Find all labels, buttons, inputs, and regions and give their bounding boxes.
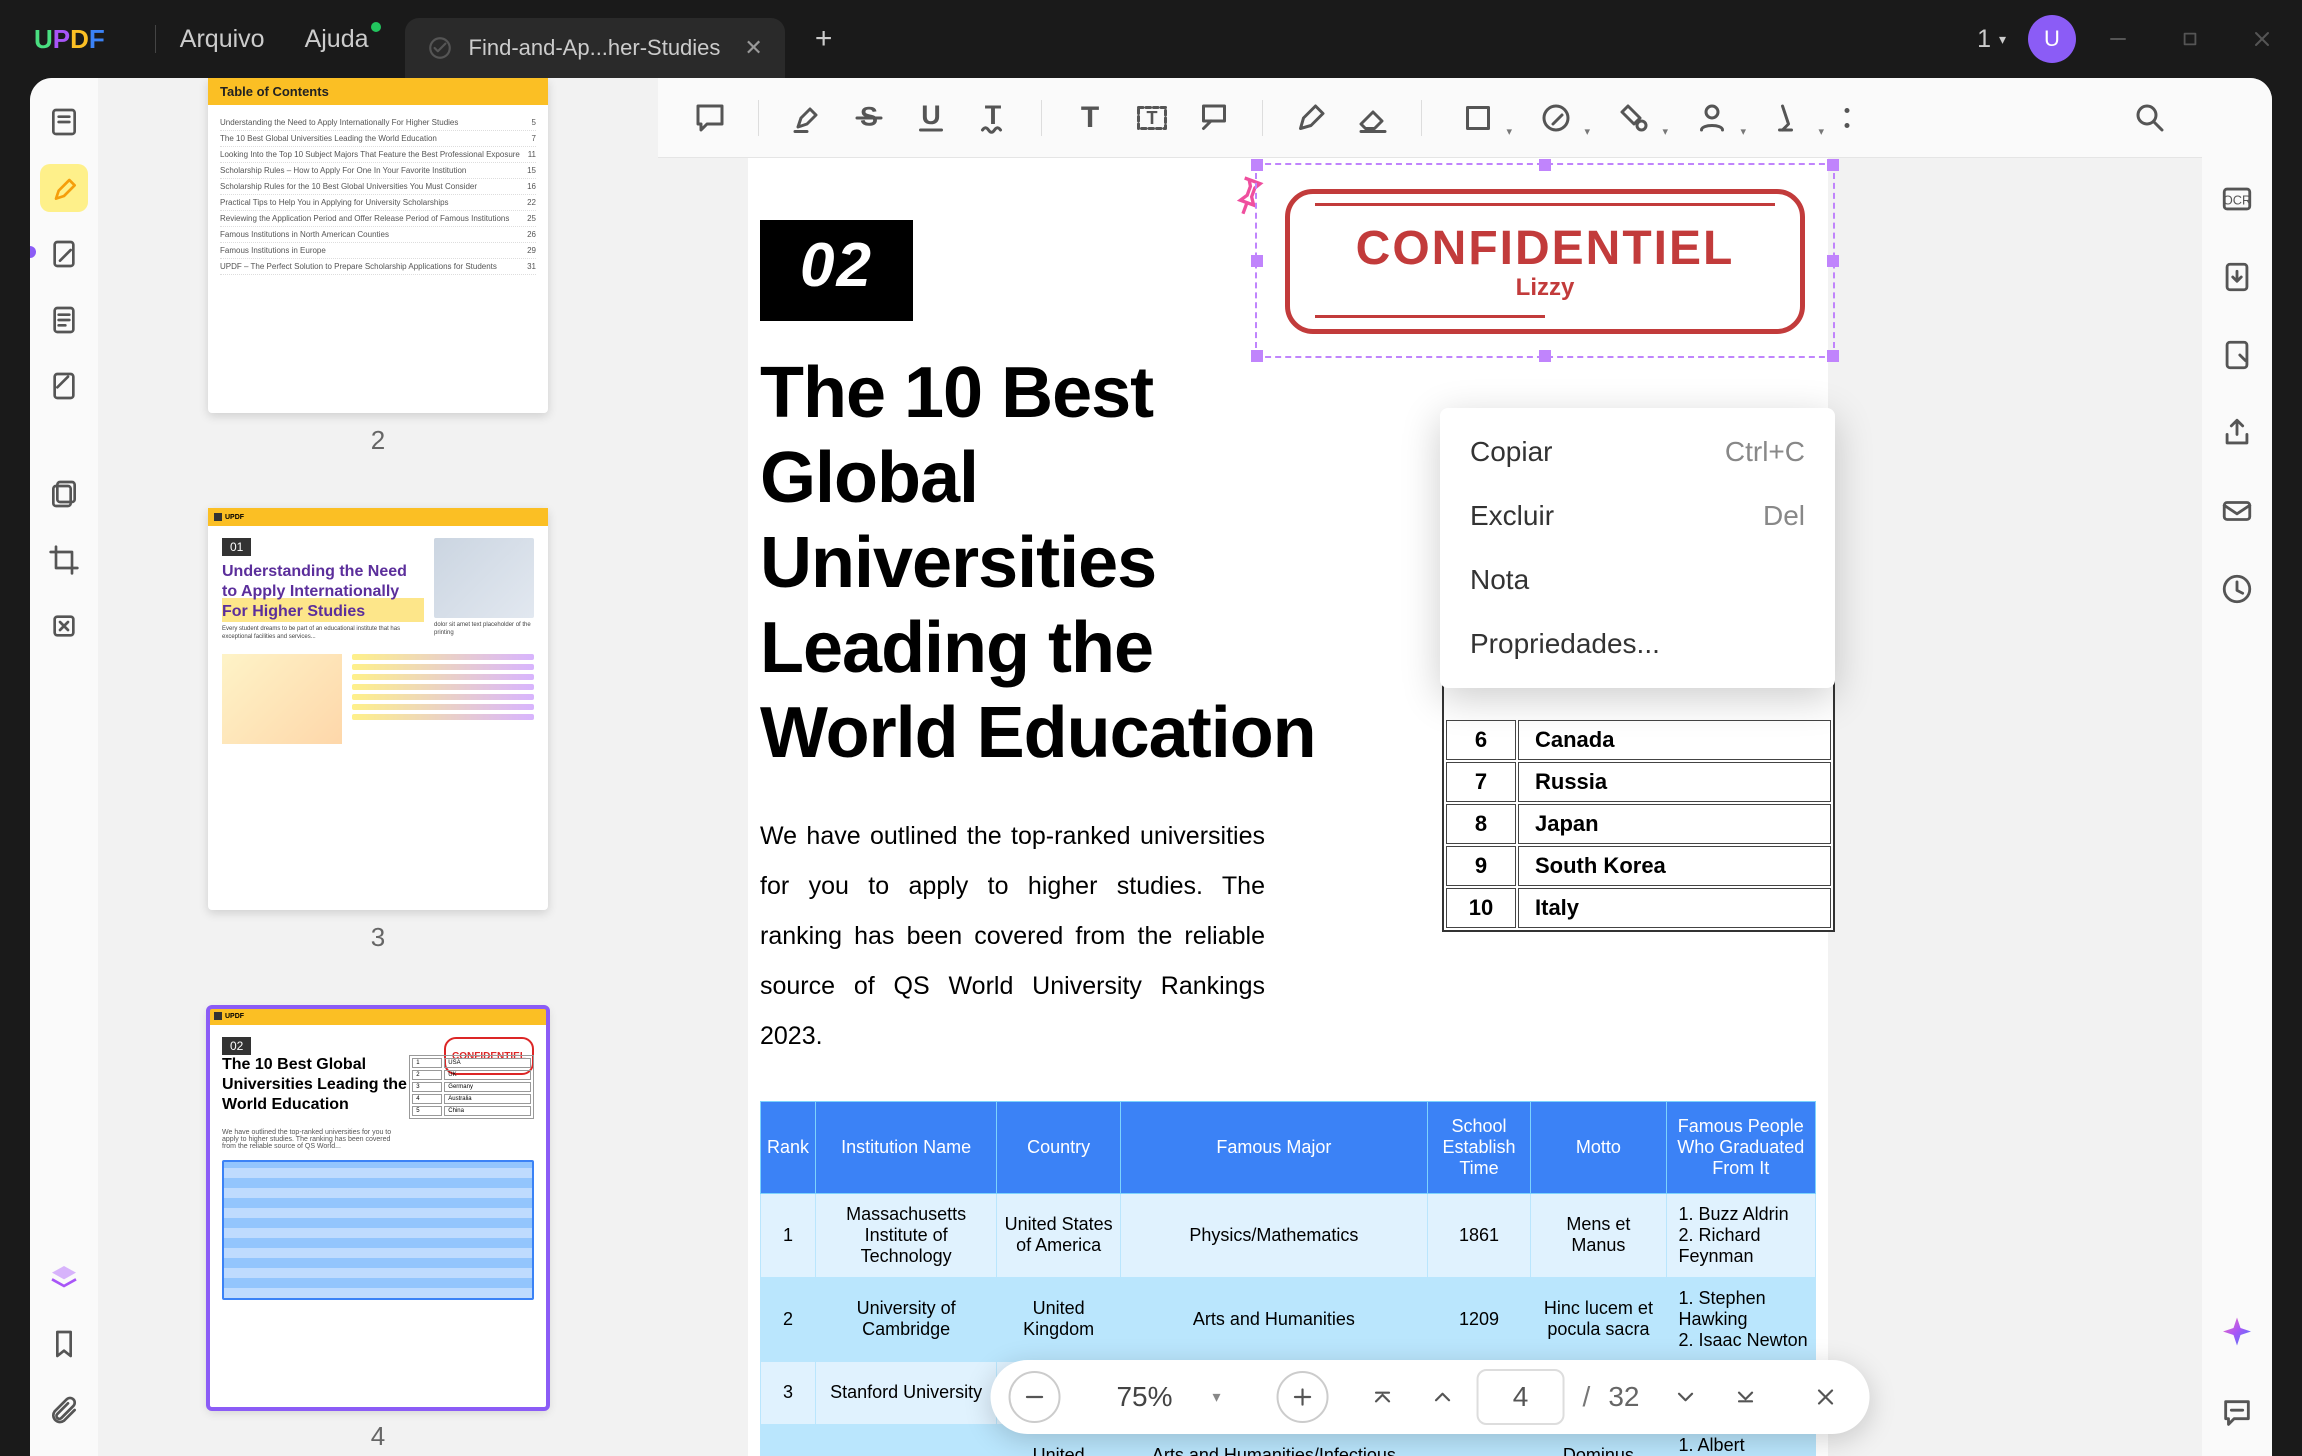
panel-compress-icon[interactable] [40, 602, 88, 650]
thumbnail-number: 2 [208, 425, 548, 456]
tool-squiggly-icon[interactable]: T [965, 90, 1021, 146]
tool-sticker-icon[interactable]: ▾ [1520, 90, 1592, 146]
panel-page-icon[interactable] [40, 296, 88, 344]
share-icon[interactable] [2216, 412, 2258, 454]
thumbnail-number: 4 [208, 1421, 548, 1452]
panel-edit-icon[interactable] [40, 230, 88, 278]
thumbnail-page-3[interactable]: UPDF 01 Understanding the Need to Apply … [208, 508, 548, 953]
save-icon[interactable] [2216, 568, 2258, 610]
tool-comment-icon[interactable] [682, 90, 738, 146]
document-page[interactable]: 02 CONFIDENTIEL L [748, 158, 1828, 1456]
panel-reader-icon[interactable] [40, 98, 88, 146]
ctx-properties[interactable]: Propriedades... [1440, 612, 1835, 676]
convert-icon[interactable] [2216, 256, 2258, 298]
window-count[interactable]: 1▾ [1977, 25, 2006, 54]
zoom-in-button[interactable] [1277, 1371, 1329, 1423]
tool-sign-icon[interactable]: ▾ [1754, 90, 1826, 146]
tool-textbox-icon[interactable]: T [1124, 90, 1180, 146]
svg-text:T: T [985, 100, 1002, 130]
maximize-button[interactable] [2160, 12, 2220, 67]
svg-text:OCR: OCR [2223, 193, 2251, 208]
tool-strikethrough-icon[interactable]: S [841, 90, 897, 146]
tool-stamp-icon[interactable]: ▾ [1598, 90, 1670, 146]
tool-shape-icon[interactable]: ▾ [1442, 90, 1514, 146]
app-logo: UPDF [34, 24, 105, 55]
ctx-note[interactable]: Nota [1440, 548, 1835, 612]
minimize-button[interactable] [2088, 12, 2148, 67]
zoom-out-button[interactable] [1009, 1371, 1061, 1423]
titlebar: UPDF Arquivo Ajuda Find-and-Ap...her-Stu… [0, 0, 2302, 78]
panel-organize-icon[interactable] [40, 470, 88, 518]
tool-underline-icon[interactable]: U [903, 90, 959, 146]
next-page-button[interactable] [1659, 1371, 1711, 1423]
first-page-button[interactable] [1357, 1371, 1409, 1423]
tool-more-icon[interactable] [1832, 90, 1862, 146]
tab-title: Find-and-Ap...her-Studies [469, 35, 721, 61]
panel-annotate-icon[interactable] [40, 164, 88, 212]
page-heading: The 10 Best Global Universities Leading … [760, 351, 1320, 776]
thumbnail-number: 3 [208, 922, 548, 953]
stamp-selected[interactable]: CONFIDENTIEL Lizzy [1255, 163, 1835, 358]
thumbnail-page-2[interactable]: Table of Contents Understanding the Need… [208, 78, 548, 456]
panel-crop-icon[interactable] [40, 536, 88, 584]
stamp-subtext: Lizzy [1516, 274, 1575, 302]
annotation-toolbar: S U T T T ▾ ▾ ▾ ▾ ▾ [658, 78, 2202, 158]
thumbnail-page-4[interactable]: UPDF 02 CONFIDENTIEL The 10 Best Global … [208, 1007, 548, 1452]
user-avatar[interactable]: U [2028, 15, 2076, 63]
stamp-body: CONFIDENTIEL Lizzy [1285, 189, 1805, 334]
ai-star-icon[interactable] [2216, 1314, 2258, 1356]
tool-text-icon[interactable]: T [1062, 90, 1118, 146]
panel-form-icon[interactable] [40, 362, 88, 410]
close-nav-button[interactable] [1799, 1371, 1851, 1423]
page-number-input[interactable] [1477, 1369, 1565, 1425]
tool-signature-icon[interactable]: ▾ [1676, 90, 1748, 146]
panel-bookmark-icon[interactable] [40, 1320, 88, 1368]
context-menu: CopiarCtrl+C ExcluirDel Nota Propriedade… [1440, 408, 1835, 688]
svg-text:T: T [1081, 101, 1099, 134]
thumbnail-panel: Table of Contents Understanding the Need… [98, 78, 658, 1456]
email-icon[interactable] [2216, 490, 2258, 532]
stamp-text: CONFIDENTIEL [1356, 221, 1735, 276]
ctx-delete[interactable]: ExcluirDel [1440, 484, 1835, 548]
menu-file[interactable]: Arquivo [180, 25, 265, 54]
tool-highlight-icon[interactable] [779, 90, 835, 146]
chat-icon[interactable] [2216, 1392, 2258, 1434]
last-page-button[interactable] [1719, 1371, 1771, 1423]
side-indicator-dot [30, 246, 36, 258]
svg-text:U: U [921, 100, 941, 130]
tab-document-icon [427, 35, 453, 61]
toc-header: Table of Contents [208, 78, 548, 105]
tool-callout-icon[interactable] [1186, 90, 1242, 146]
close-window-button[interactable] [2232, 12, 2292, 67]
left-toolbar [30, 78, 98, 1456]
zoom-level[interactable]: 75%▾ [1069, 1381, 1269, 1413]
page-navigation: 75%▾ / 32 [991, 1360, 1870, 1434]
panel-layers-icon[interactable] [40, 1254, 88, 1302]
tool-eraser-icon[interactable] [1345, 90, 1401, 146]
tab-close-icon[interactable]: ✕ [744, 35, 762, 61]
ocr-icon[interactable]: OCR [2216, 178, 2258, 220]
tool-search-icon[interactable] [2122, 90, 2178, 146]
tool-pencil-icon[interactable] [1283, 90, 1339, 146]
svg-text:T: T [1147, 108, 1158, 128]
ctx-copy[interactable]: CopiarCtrl+C [1440, 420, 1835, 484]
panel-attachment-icon[interactable] [40, 1386, 88, 1434]
section-number: 02 [760, 220, 913, 321]
document-tab[interactable]: Find-and-Ap...her-Studies ✕ [405, 18, 785, 78]
prev-page-button[interactable] [1417, 1371, 1469, 1423]
page-total: 32 [1608, 1381, 1639, 1413]
protect-icon[interactable] [2216, 334, 2258, 376]
document-canvas: S U T T T ▾ ▾ ▾ ▾ ▾ [658, 78, 2202, 1456]
right-toolbar: OCR [2202, 78, 2272, 1456]
menu-help[interactable]: Ajuda [305, 25, 369, 54]
page-paragraph: We have outlined the top-ranked universi… [760, 811, 1265, 1061]
new-tab-button[interactable]: + [815, 22, 833, 56]
